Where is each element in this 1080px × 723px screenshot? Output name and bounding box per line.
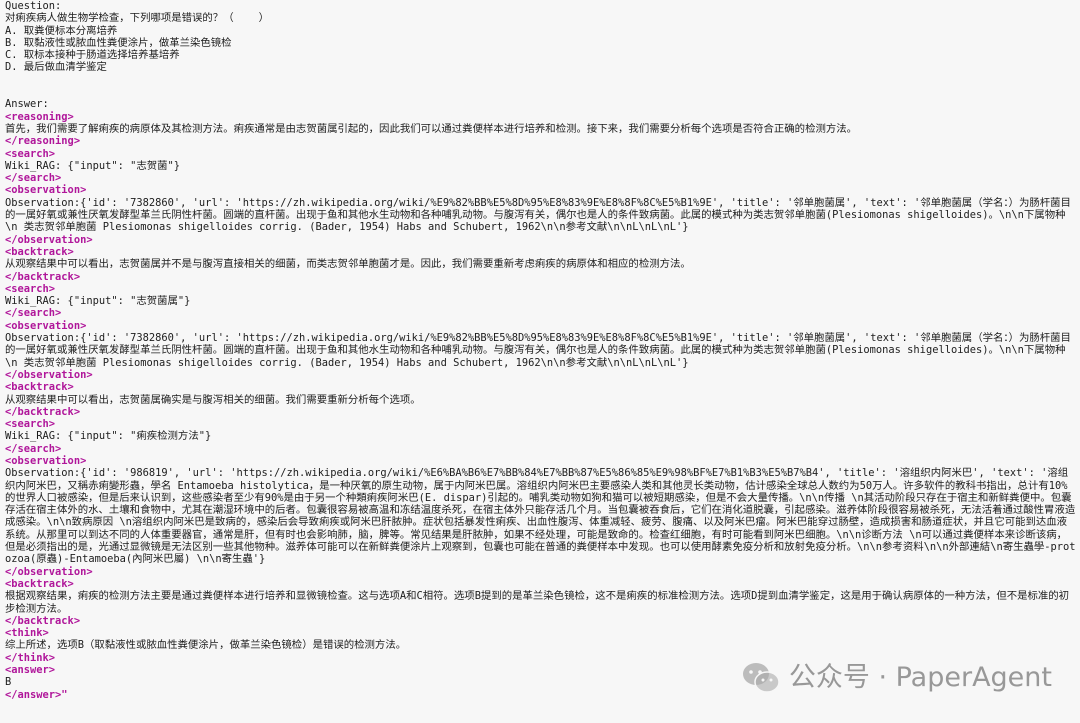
search-open-tag: <search>: [5, 147, 56, 160]
watermark-text: 公众号 · PaperAgent: [788, 661, 1052, 693]
option-c: C. 取标本接种于肠道选择培养基培养: [5, 49, 180, 62]
reasoning-open-tag: <reasoning>: [5, 110, 74, 123]
search-query: Wiki_RAG: {"input": "志贺菌"}: [5, 159, 181, 172]
reasoning-close-tag: </reasoning>: [5, 135, 81, 148]
answer-label: Answer:: [5, 98, 49, 111]
observation-open-tag: <observation>: [5, 319, 87, 332]
observation-close-tag: </observation>: [5, 368, 93, 381]
observation-open-tag: <observation>: [5, 184, 87, 197]
backtrack-text: 根据观察结果，痢疾的检测方法主要是通过粪便样本进行培养和显微镜检查。这与选项A和…: [5, 590, 1070, 615]
search-close-tag: </search>: [5, 442, 62, 455]
observation-close-tag: </observation>: [5, 233, 93, 246]
backtrack-text: 从观察结果中可以看出，志贺菌属并不是与腹泻直接相关的细菌，而类志贺邻单胞菌才是。…: [5, 258, 691, 271]
backtrack-close-tag: </backtrack>: [5, 405, 81, 418]
reasoning-text: 首先，我们需要了解痢疾的病原体及其检测方法。痢疾通常是由志贺菌属引起的，因此我们…: [5, 122, 858, 135]
observation-open-tag: <observation>: [5, 454, 87, 467]
option-d: D. 最后做血清学鉴定: [5, 61, 107, 74]
backtrack-open-tag: <backtrack>: [5, 577, 74, 590]
option-b: B. 取黏液性或脓血性粪便涂片，做革兰染色镜检: [5, 36, 232, 49]
backtrack-open-tag: <backtrack>: [5, 245, 74, 258]
search-query: Wiki_RAG: {"input": "痢疾检测方法"}: [5, 430, 212, 443]
search-close-tag: </search>: [5, 307, 62, 320]
search-open-tag: <search>: [5, 282, 56, 295]
backtrack-open-tag: <backtrack>: [5, 381, 74, 394]
think-open-tag: <think>: [5, 627, 49, 640]
backtrack-text: 从观察结果中可以看出，志贺菌属确实是与腹泻相关的细菌。我们需要重新分析每个选项。: [5, 393, 421, 406]
observation-text: Observation:{'id': '986819', 'url': 'htt…: [5, 467, 1076, 566]
backtrack-close-tag: </backtrack>: [5, 614, 81, 627]
wechat-icon: [742, 663, 780, 693]
watermark: 公众号 · PaperAgent: [741, 661, 1052, 695]
qa-document: Question: 对痢疾病人做生物学检查，下列哪项是错误的？（ ） A. 取粪…: [5, 0, 1077, 701]
question-text: 对痢疾病人做生物学检查，下列哪项是错误的？（ ）: [5, 12, 270, 25]
search-close-tag: </search>: [5, 172, 62, 185]
backtrack-close-tag: </backtrack>: [5, 270, 81, 283]
observation-text: Observation:{'id': '7382860', 'url': 'ht…: [5, 332, 1071, 369]
search-open-tag: <search>: [5, 418, 56, 431]
observation-text: Observation:{'id': '7382860', 'url': 'ht…: [5, 196, 1071, 234]
question-label: Question:: [5, 0, 62, 12]
observation-close-tag: </observation>: [5, 565, 93, 578]
search-query: Wiki_RAG: {"input": "志贺菌属"}: [5, 295, 191, 308]
option-a: A. 取粪便标本分离培养: [5, 24, 118, 37]
think-text: 综上所述，选项B（取黏液性或脓血性粪便涂片，做革兰染色镜检）是错误的检测方法。: [5, 639, 407, 652]
